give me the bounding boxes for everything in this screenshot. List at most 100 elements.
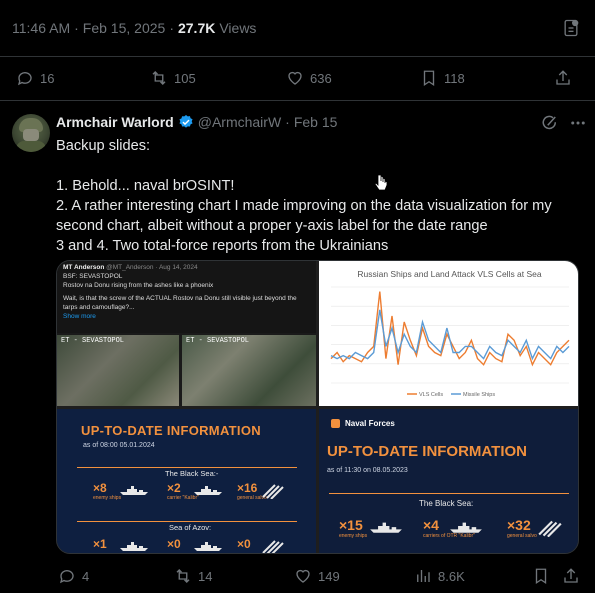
views-button[interactable]: 8.6K xyxy=(414,567,465,585)
verified-badge-icon[interactable] xyxy=(178,114,194,130)
stat-label: carriers of OTR "Kalibr" xyxy=(423,533,475,539)
share-button[interactable] xyxy=(562,567,580,585)
tweet-meta: 11:46 AM · Feb 15, 2025 · 27.7K Views xyxy=(12,20,256,36)
like-count: 636 xyxy=(310,70,332,86)
embedded-line: Rostov na Donu rising from the ashes lik… xyxy=(63,282,214,289)
share-button[interactable] xyxy=(554,69,572,87)
show-more-link: Show more xyxy=(63,313,96,320)
divider xyxy=(0,56,595,57)
warship-icon xyxy=(370,522,402,533)
stat-enemy-ships: ×15 enemy ships xyxy=(339,517,402,539)
warship-icon xyxy=(194,542,222,551)
share-icon xyxy=(564,568,578,583)
reply-date[interactable]: Feb 15 xyxy=(294,114,338,130)
embedded-subtitle: BSF: SEVASTOPOL xyxy=(63,273,123,280)
info-date: as of 08:00 05.01.2024 xyxy=(83,442,155,449)
info-title: UP-TO-DATE INFORMATION xyxy=(327,443,527,460)
divider xyxy=(77,467,297,468)
user-handle[interactable]: @ArmchairW xyxy=(198,114,281,130)
sea-label: Sea of Azov: xyxy=(169,523,212,532)
embedded-line: Wait, is that the screw of the ACTUAL Ro… xyxy=(63,295,297,311)
repost-count: 14 xyxy=(198,568,213,584)
stat-value: ×8 xyxy=(93,481,107,495)
stat-value: ×0 xyxy=(167,537,181,551)
chart-grid xyxy=(331,286,569,384)
reply-icon xyxy=(59,570,74,584)
series-line-vls-cells xyxy=(330,291,570,367)
satellite-image: ET - SEVASTOPOL xyxy=(182,335,316,406)
media-image-4[interactable]: Naval Forces UP-TO-DATE INFORMATION as o… xyxy=(319,409,578,553)
info-panel: UP-TO-DATE INFORMATION as of 08:00 05.01… xyxy=(57,409,316,553)
stat-enemy-ships: ×8 enemy ships xyxy=(93,481,148,501)
stat-label: enemy ships xyxy=(93,495,122,501)
like-count: 149 xyxy=(318,568,340,584)
body-line: Backup slides: xyxy=(56,138,151,154)
grok-icon[interactable] xyxy=(541,114,559,132)
meta-separator: · xyxy=(169,20,174,36)
stat-value: ×1 xyxy=(93,537,107,551)
sea-label: The Black Sea:- xyxy=(165,469,219,478)
divider xyxy=(329,493,569,494)
tweet-time[interactable]: 11:46 AM xyxy=(12,20,70,36)
satellite-label: ET - SEVASTOPOL xyxy=(186,337,250,345)
legend-label-vls: VLS Cells xyxy=(419,392,443,398)
info-date: as of 11:30 on 08.05.2023 xyxy=(327,467,408,474)
avatar[interactable] xyxy=(12,114,50,152)
avatar-body xyxy=(16,141,46,152)
naval-forces-emblem-icon xyxy=(331,419,340,428)
like-button[interactable]: 636 xyxy=(286,69,332,87)
embedded-handle: @MT_Anderson · Aug 14, 2024 xyxy=(106,264,198,271)
post-analytics-icon[interactable] xyxy=(561,18,581,38)
repost-count: 105 xyxy=(174,70,196,86)
sea-label: The Black Sea: xyxy=(419,499,474,508)
cursor-icon xyxy=(374,174,388,191)
stat-kalibr-carriers: ×2 carrier "Kalibr" xyxy=(167,481,222,501)
reply-header: Armchair Warlord @ArmchairW · Feb 15 xyxy=(56,114,337,130)
repost-button[interactable]: 14 xyxy=(174,567,212,585)
display-name[interactable]: Armchair Warlord xyxy=(56,114,174,130)
reply-count: 4 xyxy=(82,568,90,584)
repost-button[interactable]: 105 xyxy=(150,69,196,87)
bookmark-button[interactable]: 118 xyxy=(420,69,465,87)
embedded-author: MT Anderson xyxy=(63,264,105,271)
warship-icon xyxy=(194,486,222,495)
header-separator: · xyxy=(285,114,290,130)
warship-icon xyxy=(120,542,148,551)
warship-icon xyxy=(450,522,482,533)
bookmark-icon xyxy=(535,568,547,585)
bookmark-icon xyxy=(423,70,435,87)
like-icon xyxy=(288,71,302,85)
repost-icon xyxy=(152,71,166,85)
like-icon xyxy=(296,569,310,583)
divider xyxy=(0,100,595,101)
info-panel: Naval Forces UP-TO-DATE INFORMATION as o… xyxy=(319,409,578,553)
repost-icon xyxy=(176,569,190,583)
more-icon[interactable] xyxy=(569,114,587,132)
media-image-3[interactable]: UP-TO-DATE INFORMATION as of 08:00 05.01… xyxy=(57,409,316,553)
reply-tweet-actions: 4 14 149 8.6K xyxy=(0,566,595,586)
bookmark-button[interactable] xyxy=(532,567,550,585)
stat-kalibr-carriers: ×4 carriers of OTR "Kalibr" xyxy=(423,517,482,539)
stat-label: carrier "Kalibr" xyxy=(167,495,199,501)
body-line: 3 and 4. Two total-force reports from th… xyxy=(56,238,389,254)
share-icon xyxy=(556,70,570,85)
stat-value: ×32 xyxy=(507,517,531,533)
views-icon xyxy=(417,570,430,582)
body-line: 2. A rather interesting chart I made imp… xyxy=(56,198,552,234)
missile-icon xyxy=(538,520,562,537)
satellite-image: ET - SEVASTOPOL xyxy=(57,335,179,406)
media-image-2[interactable]: Russian Ships and Land Attack VLS Cells … xyxy=(319,261,578,406)
media-image-1[interactable]: MT Anderson @MT_Anderson · Aug 14, 2024 … xyxy=(57,261,316,406)
embedded-tweet: MT Anderson @MT_Anderson · Aug 14, 2024 … xyxy=(57,261,316,333)
stat-value: ×0 xyxy=(237,537,251,551)
body-line: 1. Behold... naval brOSINT! xyxy=(56,178,235,194)
satellite-label: ET - SEVASTOPOL xyxy=(61,337,125,345)
views-count: 8.6K xyxy=(438,568,465,584)
stat-general-salvo: ×32 general salvo xyxy=(507,517,562,539)
tweet-date[interactable]: Feb 15, 2025 xyxy=(83,20,166,36)
reply-button[interactable]: 16 xyxy=(16,69,54,87)
views-count: 27.7K xyxy=(177,20,216,36)
reply-button[interactable]: 4 xyxy=(58,567,89,585)
like-button[interactable]: 149 xyxy=(294,567,340,585)
naval-forces-badge: Naval Forces xyxy=(331,419,395,428)
